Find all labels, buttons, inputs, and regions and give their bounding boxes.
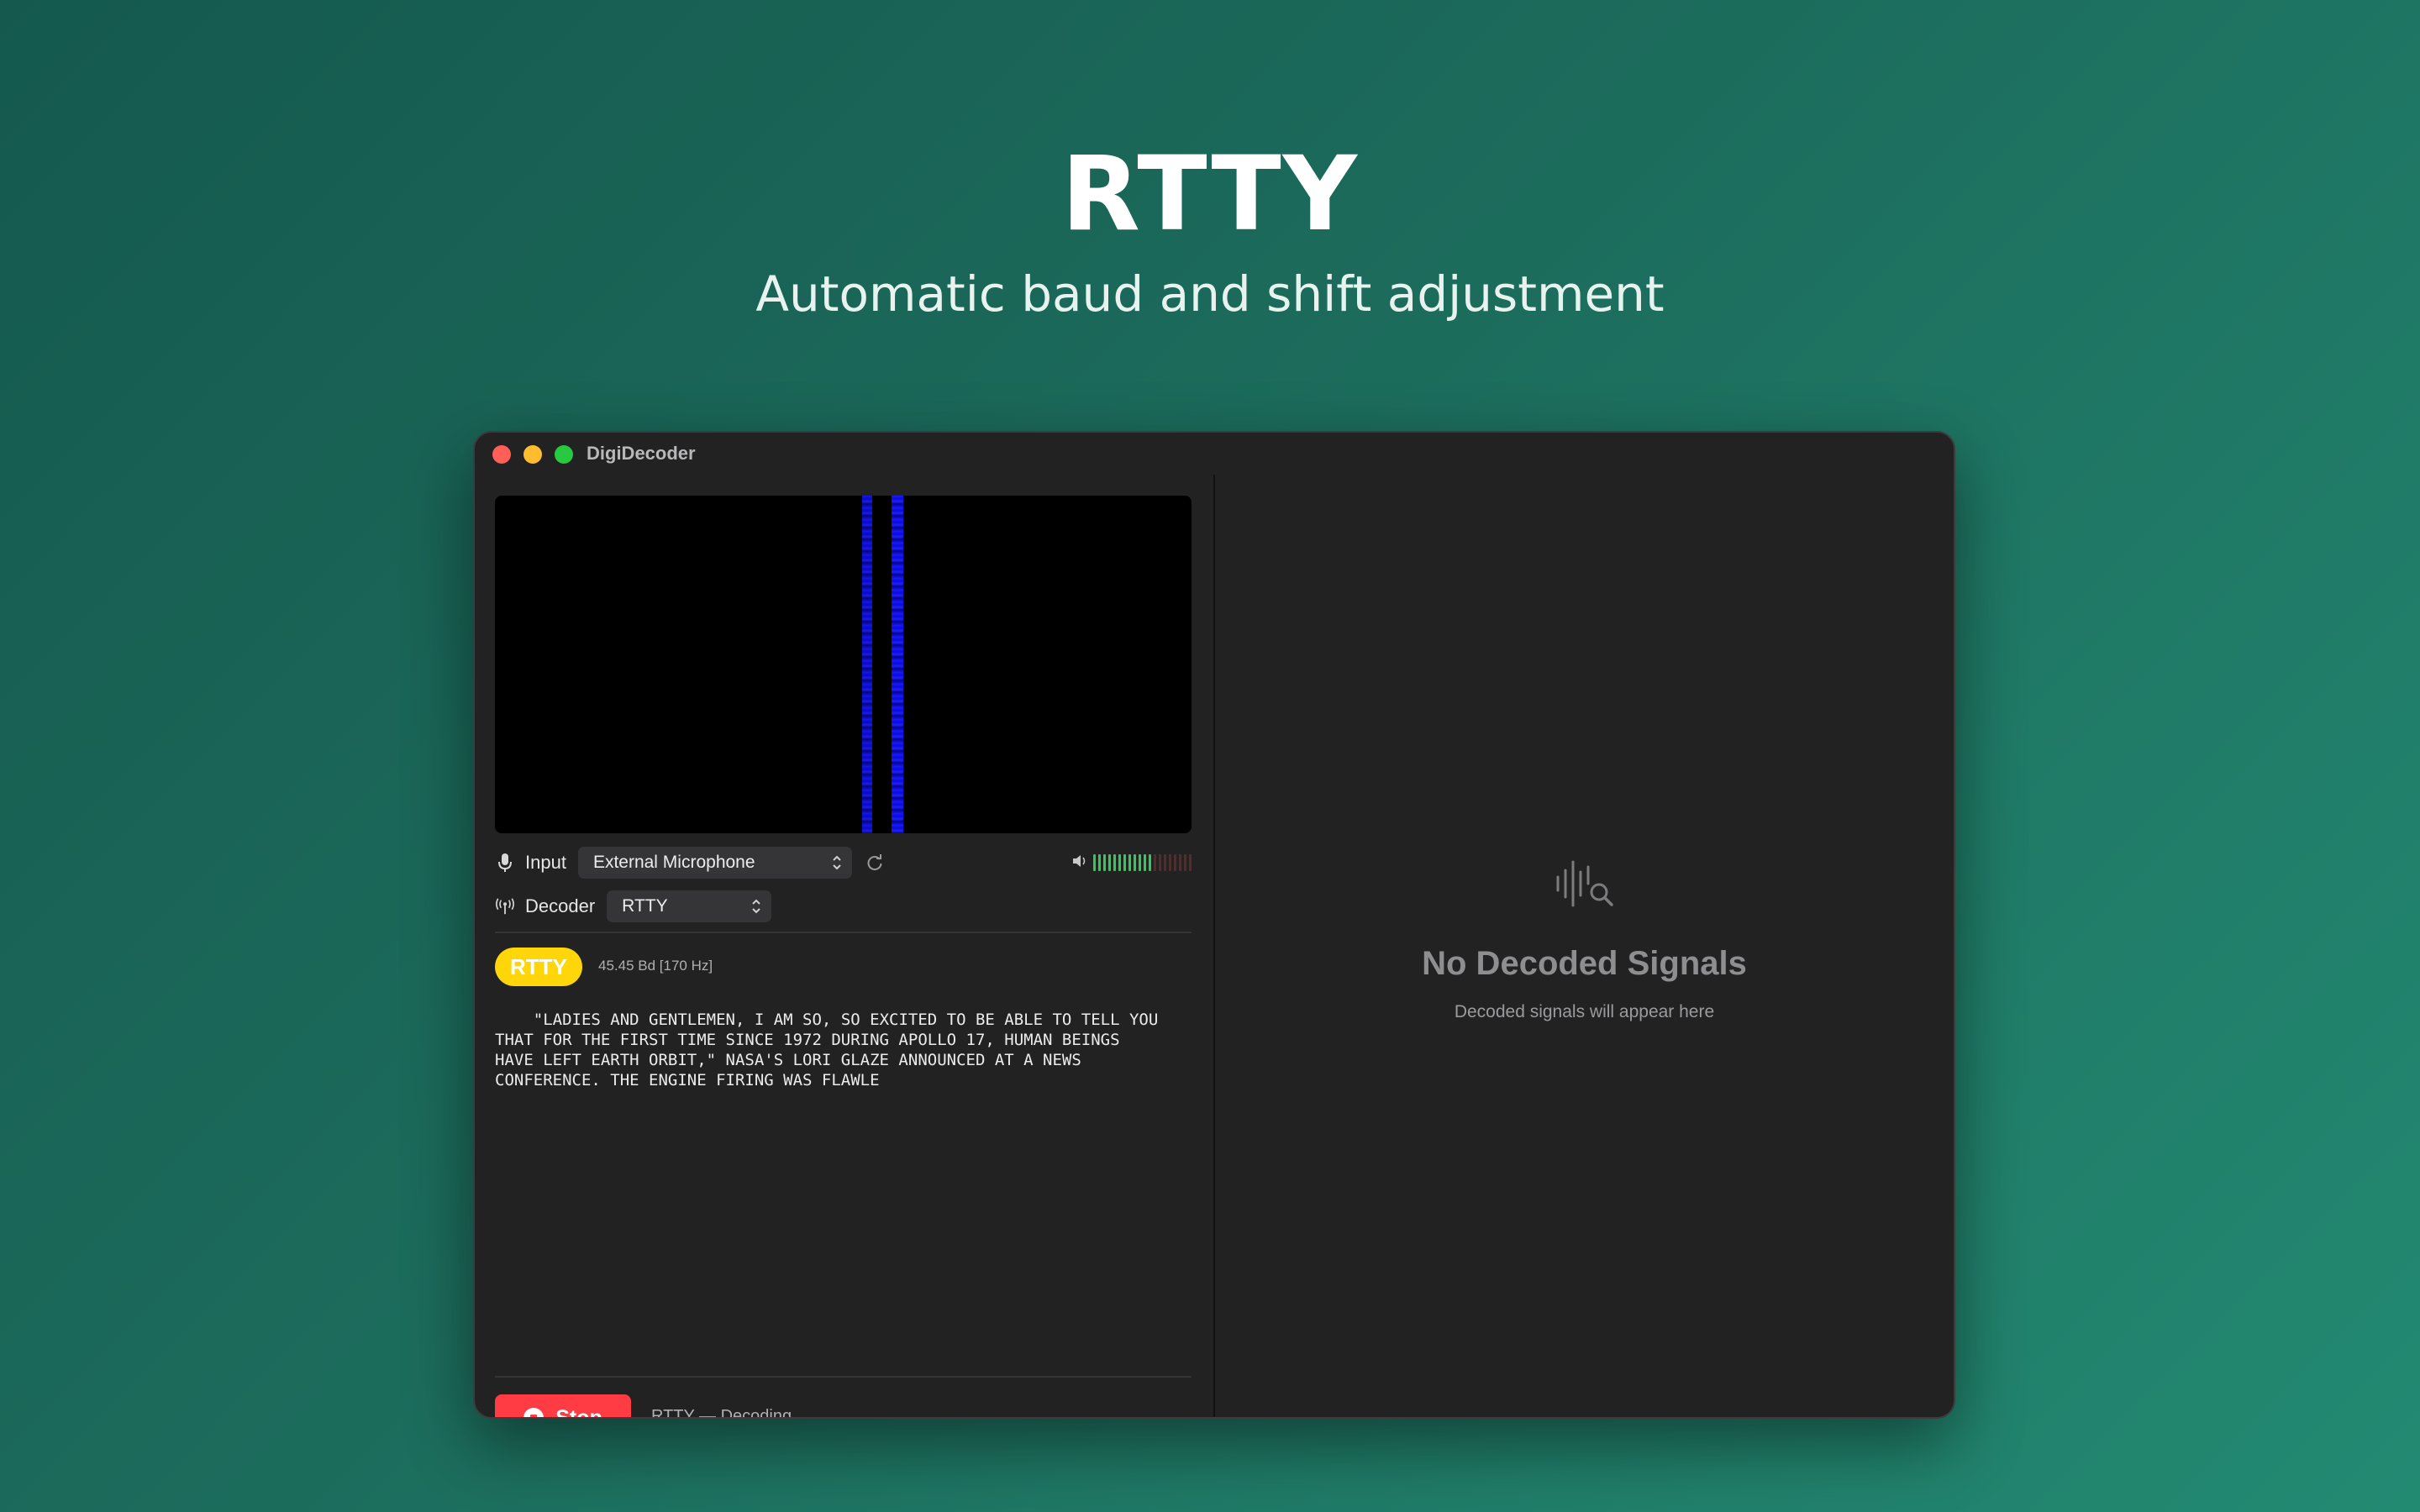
empty-state-subtitle: Decoded signals will appear here (1454, 1002, 1715, 1021)
decoded-text[interactable]: "LADIES AND GENTLEMEN, I AM SO, SO EXCIT… (495, 1010, 1192, 1090)
level-bar (1184, 854, 1186, 871)
waveform-search-icon (1215, 857, 1954, 911)
level-bar (1108, 854, 1111, 871)
input-row: Input External Microphone (495, 846, 1192, 879)
level-bar (1134, 854, 1136, 871)
maximize-window-button[interactable] (555, 445, 573, 464)
level-bar (1118, 854, 1121, 871)
level-bar (1144, 854, 1146, 871)
input-level-meter (1071, 853, 1192, 873)
chevron-up-down-icon (832, 854, 842, 871)
level-bar (1189, 854, 1192, 871)
chevron-up-down-icon (751, 898, 761, 915)
baud-shift-info: 45.45 Bd [170 Hz] (598, 958, 713, 974)
decoder-label: Decoder (525, 895, 596, 916)
status-text: RTTY — Decoding... (651, 1407, 806, 1419)
speaker-icon (1071, 853, 1088, 873)
input-label: Input (525, 852, 566, 873)
input-device-value: External Microphone (592, 853, 755, 872)
divider (495, 1376, 1192, 1378)
waterfall-display[interactable] (495, 496, 1192, 833)
waterfall-space-signal (892, 496, 903, 833)
decoder-value: RTTY (622, 896, 668, 916)
level-bar (1174, 854, 1176, 871)
waterfall-signal-mark (862, 496, 872, 833)
close-window-button[interactable] (492, 445, 511, 464)
level-bar (1159, 854, 1161, 871)
stop-button[interactable]: Stop (495, 1394, 631, 1419)
refresh-icon[interactable] (864, 852, 886, 874)
app-window: DigiDecoder Input External Microphone De… (473, 431, 1955, 1419)
input-device-select[interactable]: External Microphone (577, 847, 852, 879)
stop-icon (523, 1408, 544, 1417)
level-bar (1103, 854, 1106, 871)
page-subtitle: Automatic baud and shift adjustment (755, 265, 1665, 323)
level-bars (1093, 854, 1192, 871)
empty-state-title: No Decoded Signals (1422, 945, 1747, 982)
decoder-pane: Input External Microphone Decoder RTTY R… (475, 475, 1213, 1417)
title-bar[interactable]: DigiDecoder (475, 433, 1954, 475)
window-title: DigiDecoder (587, 443, 696, 464)
decoder-row: Decoder RTTY (495, 890, 1192, 923)
level-bar (1093, 854, 1096, 871)
level-bar (1179, 854, 1181, 871)
level-bar (1123, 854, 1126, 871)
level-bar (1128, 854, 1131, 871)
decoder-select[interactable]: RTTY (607, 890, 772, 922)
signals-pane: No Decoded Signals Decoded signals will … (1215, 475, 1954, 1417)
minimize-window-button[interactable] (523, 445, 542, 464)
level-bar (1139, 854, 1141, 871)
page-title: RTTY (1060, 134, 1360, 254)
stop-button-label: Stop (555, 1405, 602, 1419)
antenna-icon (495, 896, 515, 916)
level-bar (1154, 854, 1156, 871)
mode-badge: RTTY (495, 948, 582, 986)
microphone-icon (495, 853, 515, 873)
level-bar (1113, 854, 1116, 871)
divider (495, 932, 1192, 933)
level-bar (1169, 854, 1171, 871)
level-bar (1149, 854, 1151, 871)
level-bar (1098, 854, 1101, 871)
level-bar (1164, 854, 1166, 871)
